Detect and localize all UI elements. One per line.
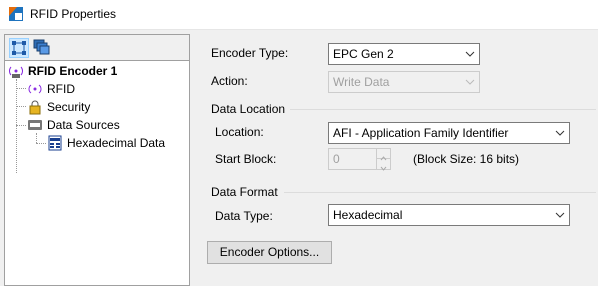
tree-view-icon xyxy=(12,41,26,55)
encoder-type-value: EPC Gen 2 xyxy=(333,47,394,61)
window-title: RFID Properties xyxy=(30,7,117,21)
tree-item-rfid-encoder[interactable]: RFID Encoder 1 xyxy=(8,62,178,80)
chevron-down-icon xyxy=(465,79,475,85)
cascade-windows-icon xyxy=(33,39,50,55)
encoder-options-button[interactable]: Encoder Options... xyxy=(207,241,332,264)
data-source-icon xyxy=(28,120,42,130)
spinner-down-button[interactable] xyxy=(377,159,390,171)
navigation-panel: RFID Encoder 1 RFID Security Data Source… xyxy=(4,34,190,286)
navigation-toolbar xyxy=(5,35,189,61)
location-label: Location: xyxy=(215,125,264,139)
hexadecimal-data-icon xyxy=(48,135,62,151)
tree-item-data-sources[interactable]: Data Sources xyxy=(27,116,177,134)
encoder-type-label: Encoder Type: xyxy=(211,46,289,60)
block-size-text: (Block Size: 16 bits) xyxy=(413,152,520,166)
app-logo-icon xyxy=(9,7,23,21)
tree-connector xyxy=(16,106,26,107)
tree-view-button[interactable] xyxy=(9,38,29,58)
tree-connector xyxy=(36,143,46,144)
start-block-spinner[interactable]: 0 xyxy=(328,148,391,171)
data-format-group-title: Data Format xyxy=(211,185,278,199)
cascade-view-button[interactable] xyxy=(32,38,52,58)
rfid-encoder-icon xyxy=(9,66,23,78)
action-dropdown[interactable]: Write Data xyxy=(328,71,480,93)
tree-item-label: RFID Encoder 1 xyxy=(28,64,118,78)
tree-connector xyxy=(16,79,17,173)
chevron-down-icon xyxy=(555,212,565,218)
data-location-group-title: Data Location xyxy=(211,102,286,116)
spinner-buttons xyxy=(376,149,390,171)
tree-connector xyxy=(16,125,26,126)
tree-item-security[interactable]: Security xyxy=(27,98,177,116)
location-value: AFI - Application Family Identifier xyxy=(333,126,509,140)
group-divider xyxy=(290,109,596,110)
rfid-signal-icon xyxy=(28,84,42,94)
title-bar: RFID Properties xyxy=(0,0,598,30)
tree-item-label: Data Sources xyxy=(47,118,120,132)
chevron-down-icon xyxy=(555,130,565,136)
data-type-label: Data Type: xyxy=(215,209,273,223)
tree-item-label: Security xyxy=(47,100,91,114)
lock-icon xyxy=(29,100,41,115)
encoder-type-dropdown[interactable]: EPC Gen 2 xyxy=(328,43,480,65)
tree-connector xyxy=(16,88,26,89)
location-dropdown[interactable]: AFI - Application Family Identifier xyxy=(328,122,570,144)
action-label: Action: xyxy=(211,74,248,88)
properties-panel: Encoder Type: EPC Gen 2 Action: Write Da… xyxy=(198,34,598,286)
start-block-label: Start Block: xyxy=(215,152,277,166)
tree-item-label: Hexadecimal Data xyxy=(67,136,166,150)
spinner-up-button[interactable] xyxy=(377,149,390,161)
start-block-value: 0 xyxy=(333,152,340,166)
data-type-dropdown[interactable]: Hexadecimal xyxy=(328,204,570,226)
chevron-down-icon xyxy=(380,166,387,171)
tree-item-rfid[interactable]: RFID xyxy=(27,80,177,98)
tree-connector xyxy=(36,133,37,143)
action-value: Write Data xyxy=(333,75,390,89)
chevron-down-icon xyxy=(465,51,475,57)
tree-item-label: RFID xyxy=(47,80,75,98)
data-type-value: Hexadecimal xyxy=(333,208,403,222)
group-divider xyxy=(284,192,596,193)
tree-item-hexadecimal-data[interactable]: Hexadecimal Data xyxy=(47,134,187,152)
